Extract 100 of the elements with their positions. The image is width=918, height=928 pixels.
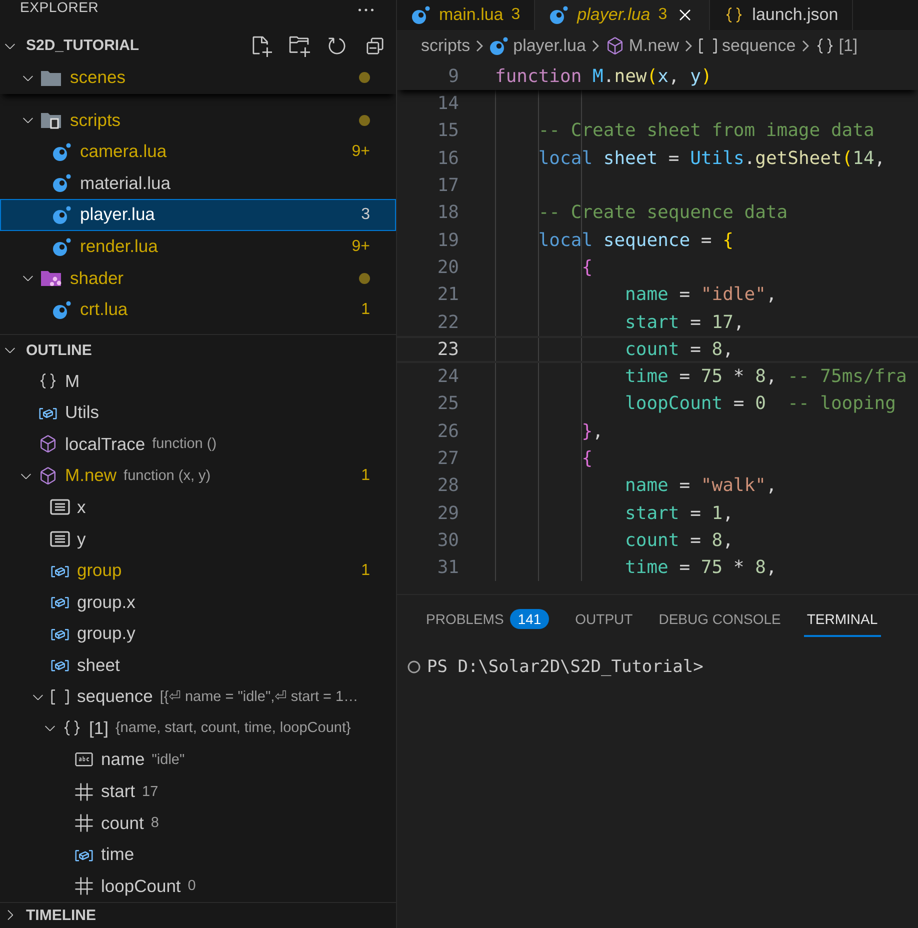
file-item[interactable]: crt.lua 1 [0,294,396,326]
problem-count: 3 [361,206,370,224]
code-text: start = 17, [624,312,744,333]
timeline-header[interactable]: TIMELINE [0,902,396,928]
code-text: time = 75 * 8, [624,557,777,578]
outline-item[interactable]: M.new function (x, y) 1 [0,460,396,492]
hash-icon [74,782,94,802]
folder-item[interactable]: scenes [0,62,396,94]
file-item[interactable]: camera.lua 9+ [0,136,396,168]
chevron-right-icon [476,40,484,52]
problem-count: 1 [361,562,370,580]
code-text: time = 75 * 8, -- 75ms/fra [624,366,907,388]
folder-icon [40,68,62,87]
outline-item[interactable]: Utils [0,396,396,429]
symbol-name: x [77,496,86,518]
tab-label: launch.json [752,5,838,25]
symbol-detail: function () [152,436,218,452]
code-text: { [580,256,593,278]
terminal-prompt: PS D:\Solar2D\S2D_Tutorial> [427,657,704,677]
folder-badge-icon [40,111,62,130]
symbol-name: group [77,560,122,582]
symbol-name: count [101,812,144,834]
outline-item[interactable]: [1] {name, start, count, time, loopCount} [0,712,396,744]
breadcrumb-item[interactable]: [1] [814,36,858,56]
outline-item[interactable]: group.y [0,618,396,650]
brackets-icon [698,36,718,56]
code-text: local sequence = { [537,230,734,251]
line-number: 22 [436,312,459,333]
folder-item[interactable]: shader [0,262,396,294]
outline-item[interactable]: sequence [{⏎ name = "idle",⏎ start = 1… [0,681,396,713]
folder-name: scripts [70,110,121,131]
problem-count: 9+ [352,142,370,161]
folder-name: scenes [70,67,126,88]
outline-header[interactable]: OUTLINE [0,335,396,366]
outline-item[interactable]: name "idle" [0,744,396,776]
folder-item[interactable]: scripts [0,104,396,136]
symbol-detail: function (x, y) [124,468,212,484]
outline-item[interactable]: group.x [0,586,396,618]
panel-tab[interactable]: OUTPUT [572,603,636,637]
line-number: 14 [436,93,459,114]
breadcrumb-item[interactable]: scripts [421,36,470,56]
file-name: crt.lua [80,299,128,320]
file-item[interactable]: render.lua 9+ [0,230,396,262]
brackets-icon [50,686,70,707]
panel-tab[interactable]: DEBUG CONSOLE [656,603,784,637]
editor-tab[interactable]: player.lua 3 [535,0,710,30]
panel-tab[interactable]: PROBLEMS 141 [423,603,552,637]
outline-item[interactable]: x [0,492,396,524]
file-name: material.lua [80,172,170,194]
breadcrumb-item[interactable]: player.lua [489,36,586,56]
chevron-right-icon [684,40,692,52]
cube-icon [38,434,58,454]
breadcrumb-item[interactable]: sequence [698,36,796,56]
file-name: player.lua [80,204,155,226]
outline-item[interactable]: start 17 [0,776,396,808]
symbol-name: time [101,844,134,866]
outline-item[interactable]: sheet [0,649,396,682]
circle-icon [407,660,421,674]
folder-badge-icon [40,269,62,288]
sidebar-title: EXPLORER [20,0,99,14]
problem-count: 9+ [352,238,370,256]
line-number: 28 [436,475,459,496]
line-number: 31 [436,557,459,578]
problem-count: 1 [361,300,370,319]
code-text: { [580,448,593,469]
code-line: 9 function M.new(x, y) [447,64,713,88]
code-text: count = 8, [624,338,734,360]
hash-icon [74,813,94,834]
code-text: count = 8, [624,530,734,551]
outline-item[interactable]: group 1 [0,554,396,586]
line-number: 25 [436,393,459,414]
moon-dot-icon [549,5,570,25]
code-text: local sheet = Utils.getSheet(14, [537,148,886,169]
line-number: 30 [436,530,459,551]
symbol-detail: 17 [142,784,160,800]
outline-item[interactable]: M [0,365,396,397]
outline-item[interactable]: localTrace function () [0,428,396,460]
file-item[interactable]: material.lua [0,168,396,200]
outline-item[interactable]: count 8 [0,807,396,839]
panel-tab[interactable]: TERMINAL [804,603,881,637]
file-item[interactable]: player.lua 3 [0,199,396,231]
code-text: loopCount = 0 -- looping [624,393,896,414]
section-title: OUTLINE [26,342,93,359]
outline-item[interactable]: loopCount 0 [0,870,396,902]
symbol-detail: {name, start, count, time, loopCount} [115,720,352,736]
moon-dot-icon [52,173,72,194]
workspace-header[interactable]: S2D_TUTORIAL [0,30,396,62]
code-text: start = 1, [624,502,734,524]
symbol-name: group.y [77,623,136,644]
count-badge: 141 [510,609,550,629]
code-text: name = "walk", [624,475,777,496]
moon-dot-icon [52,142,72,162]
symbol-name: sequence [77,686,153,708]
outline-item[interactable]: time [0,838,396,870]
outline-item[interactable]: y [0,523,396,555]
breadcrumb-item[interactable]: M.new [604,36,679,56]
workspace-name: S2D_TUTORIAL [26,37,140,54]
folder-name: shader [70,268,124,289]
problem-count: 3 [511,6,520,24]
symbol-name: [1] [89,718,108,739]
